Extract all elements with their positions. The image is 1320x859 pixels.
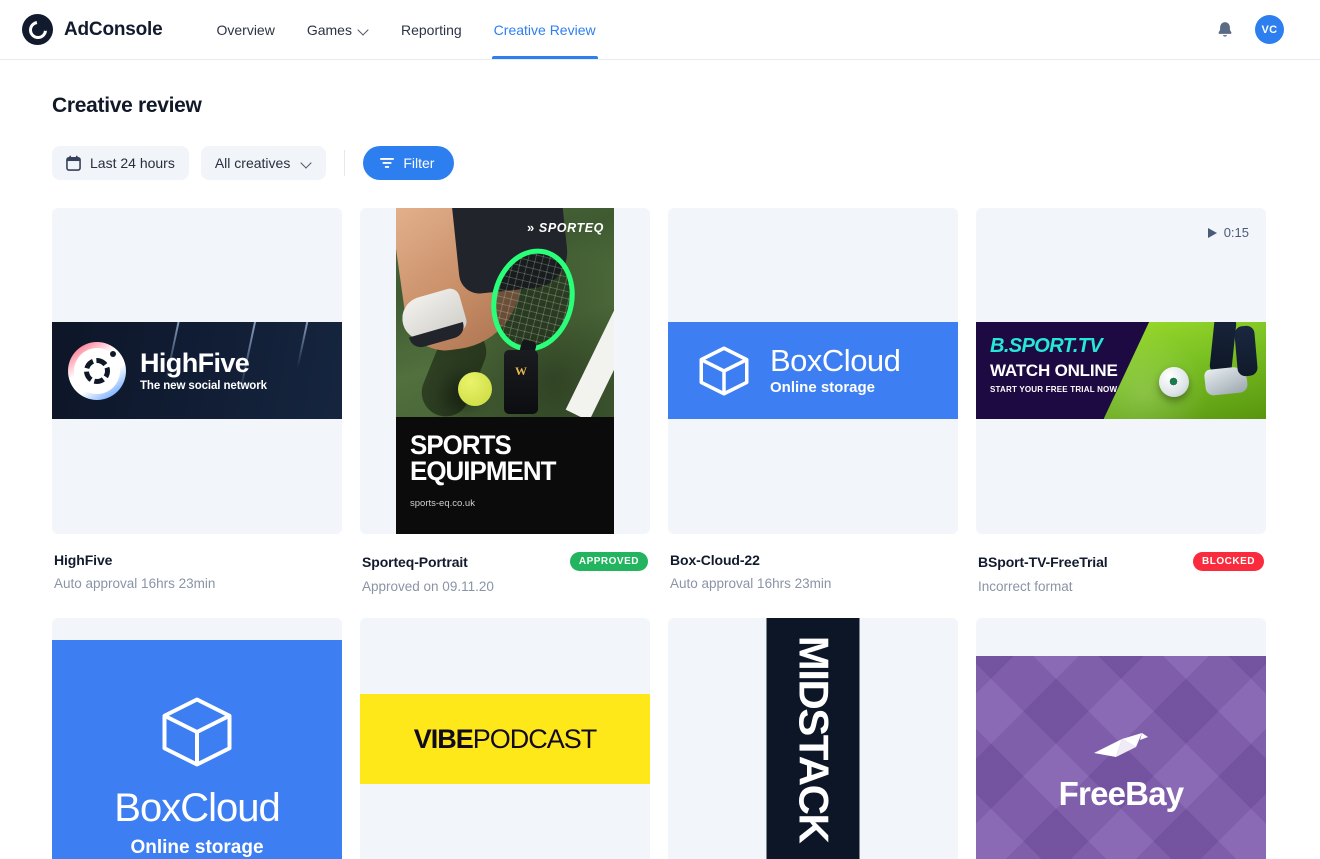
date-range-label: Last 24 hours xyxy=(90,155,175,171)
highfive-art-title: HighFive xyxy=(140,347,250,378)
play-icon xyxy=(1207,227,1217,238)
vibepodcast-art-light: PODCAST xyxy=(472,723,598,754)
adconsole-logo-icon xyxy=(22,14,53,45)
page-title: Creative review xyxy=(52,94,202,117)
sporteq-creative-art: » SPORTEQ SPORTS EQUIPMENT sports-eq.co.… xyxy=(396,208,614,534)
video-duration-label: 0:15 xyxy=(1223,225,1249,240)
nav-item-creative-review[interactable]: Creative Review xyxy=(478,0,612,59)
origami-bird-icon xyxy=(1094,732,1148,757)
freebay-creative-art: FreeBay xyxy=(976,656,1266,859)
filter-button-label: Filter xyxy=(403,155,435,171)
brand[interactable]: AdConsole xyxy=(22,14,163,45)
boxcloud-creative-art: BoxCloud Online storage xyxy=(668,322,958,419)
creative-thumbnail[interactable]: » SPORTEQ SPORTS EQUIPMENT sports-eq.co.… xyxy=(360,208,650,534)
filter-icon xyxy=(380,158,395,168)
highfive-art-subtitle: The new social network xyxy=(140,380,267,393)
creative-card: MIDSTACK xyxy=(668,618,958,859)
chevron-down-icon xyxy=(359,25,369,35)
vibepodcast-art-bold: VIBE xyxy=(413,723,474,754)
filter-toolbar: Last 24 hours All creatives Filter xyxy=(52,146,1270,180)
bsport-art-title: B.SPORT.TV xyxy=(990,335,1103,357)
double-chevron-icon: » xyxy=(527,220,535,235)
creative-card: BoxCloud Online storage xyxy=(52,618,342,859)
chevron-down-icon xyxy=(302,158,312,168)
sporteq-art-url: sports-eq.co.uk xyxy=(410,498,475,510)
creative-status-text: Incorrect format xyxy=(978,579,1073,594)
avatar[interactable]: VC xyxy=(1255,15,1284,44)
creative-card: VIBEPODCAST xyxy=(360,618,650,859)
highfive-creative-art: HighFive The new social network xyxy=(52,322,342,419)
bsport-art-line2: WATCH ONLINE xyxy=(990,361,1118,380)
creative-thumbnail[interactable]: MIDSTACK xyxy=(668,618,958,859)
creative-thumbnail[interactable]: VIBEPODCAST xyxy=(360,618,650,859)
vibepodcast-creative-art: VIBEPODCAST xyxy=(360,694,650,784)
boxcloud-square-title: BoxCloud xyxy=(114,786,280,830)
creative-type-selector[interactable]: All creatives xyxy=(200,146,327,180)
creative-name: HighFive xyxy=(54,552,113,568)
creative-meta: Box-Cloud-22 Auto approval 16hrs 23min xyxy=(668,534,958,591)
nav-item-games[interactable]: Games xyxy=(291,0,385,59)
app-header: AdConsole Overview Games Reporting Creat… xyxy=(0,0,1320,60)
dstack-art-title: MIDSTACK xyxy=(790,635,837,842)
creative-type-label: All creatives xyxy=(214,155,291,171)
dstack-creative-art: MIDSTACK xyxy=(766,618,860,859)
nav-label-creative-review: Creative Review xyxy=(493,21,596,38)
creative-meta: HighFive Auto approval 16hrs 23min xyxy=(52,534,342,591)
creative-meta: Sporteq-Portrait APPROVED Approved on 09… xyxy=(360,534,650,594)
bell-icon[interactable] xyxy=(1215,19,1235,41)
creative-thumbnail[interactable]: HighFive The new social network xyxy=(52,208,342,534)
creative-status-text: Approved on 09.11.20 xyxy=(362,579,494,594)
nav-label-overview: Overview xyxy=(216,21,275,38)
creative-thumbnail[interactable]: FreeBay xyxy=(976,618,1266,859)
creative-name: BSport-TV-FreeTrial xyxy=(978,553,1108,570)
creative-card: FreeBay xyxy=(976,618,1266,859)
sporteq-art-line2: EQUIPMENT xyxy=(410,455,556,486)
header-actions: VC xyxy=(1215,15,1284,44)
date-range-selector[interactable]: Last 24 hours xyxy=(52,146,189,180)
page-content: Creative review Last 24 hours All creati… xyxy=(0,60,1320,859)
highfive-logo-icon xyxy=(68,341,126,400)
cube-icon xyxy=(699,346,749,395)
nav-label-games: Games xyxy=(306,21,352,38)
nav-item-overview[interactable]: Overview xyxy=(200,0,290,59)
creative-meta: BSport-TV-FreeTrial BLOCKED Incorrect fo… xyxy=(976,534,1266,594)
bsport-art-line3: START YOUR FREE TRIAL NOW xyxy=(990,385,1118,394)
calendar-icon xyxy=(66,155,81,171)
boxcloud-art-title: BoxCloud xyxy=(770,343,901,378)
creative-card: » SPORTEQ SPORTS EQUIPMENT sports-eq.co.… xyxy=(360,208,650,594)
creatives-grid: HighFive The new social network HighFive… xyxy=(52,208,1270,859)
creative-card: BoxCloud Online storage Box-Cloud-22 Aut… xyxy=(668,208,958,594)
creative-name: Box-Cloud-22 xyxy=(670,552,760,568)
toolbar-divider xyxy=(344,150,346,176)
video-duration-badge: 0:15 xyxy=(1207,225,1249,240)
creative-thumbnail[interactable]: BoxCloud Online storage xyxy=(52,618,342,859)
main-nav: Overview Games Reporting Creative Review xyxy=(200,0,611,59)
creative-thumbnail[interactable]: 0:15 B.SPORT.TV WATCH ONLINE START YOUR … xyxy=(976,208,1266,534)
creative-card: 0:15 B.SPORT.TV WATCH ONLINE START YOUR … xyxy=(976,208,1266,594)
nav-label-reporting: Reporting xyxy=(400,21,462,38)
creative-status-text: Auto approval 16hrs 23min xyxy=(54,576,216,591)
freebay-art-title: FreeBay xyxy=(1058,774,1184,812)
bsport-creative-art: B.SPORT.TV WATCH ONLINE START YOUR FREE … xyxy=(976,322,1266,419)
sporteq-logo: » SPORTEQ xyxy=(527,220,604,235)
creative-card: HighFive The new social network HighFive… xyxy=(52,208,342,594)
boxcloud-square-creative-art: BoxCloud Online storage xyxy=(52,640,342,859)
nav-item-reporting[interactable]: Reporting xyxy=(385,0,478,59)
filter-button[interactable]: Filter xyxy=(363,146,455,180)
creative-name: Sporteq-Portrait xyxy=(362,553,468,570)
status-badge: APPROVED xyxy=(569,552,648,571)
creative-status-text: Auto approval 16hrs 23min xyxy=(670,576,832,591)
sporteq-brand-label: SPORTEQ xyxy=(538,220,604,235)
status-badge: BLOCKED xyxy=(1193,552,1264,571)
cube-icon xyxy=(162,697,232,767)
boxcloud-art-subtitle: Online storage xyxy=(770,379,876,396)
creative-thumbnail[interactable]: BoxCloud Online storage xyxy=(668,208,958,534)
brand-name: AdConsole xyxy=(64,18,163,40)
